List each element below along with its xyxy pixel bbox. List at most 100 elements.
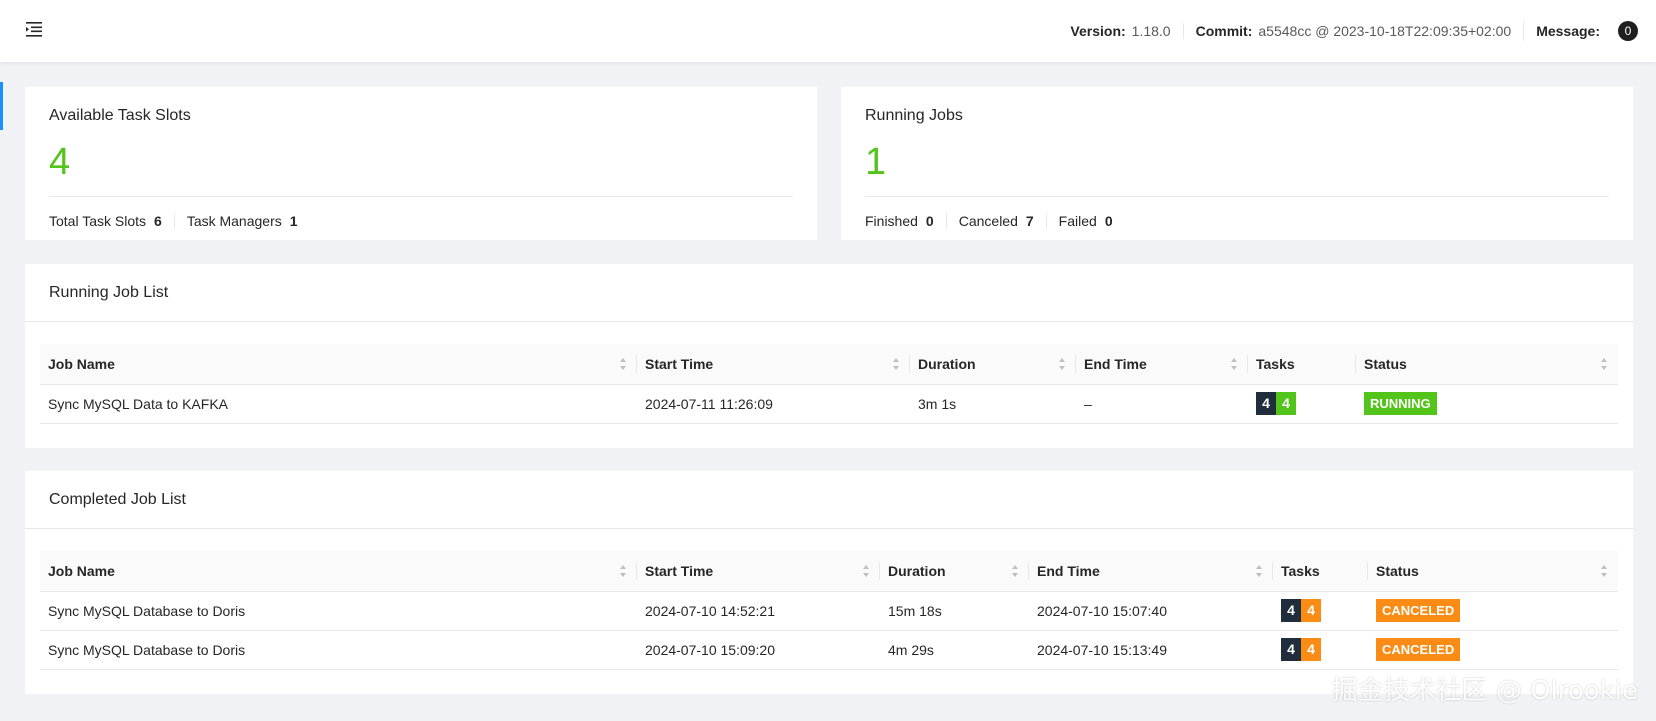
version-info: Version: 1.18.0 [1070, 23, 1170, 39]
column-header-label: Start Time [645, 562, 714, 579]
column-header-tasks: Tasks [1248, 344, 1356, 385]
column-header-label: Start Time [645, 355, 714, 372]
tasks-cell: 44 [1248, 384, 1356, 424]
column-header-duration[interactable]: Duration [880, 551, 1029, 592]
column-header-label: Tasks [1256, 355, 1295, 372]
end-time-cell: – [1076, 384, 1248, 424]
task-slots-card: Available Task Slots 4 Total Task Slots … [25, 87, 817, 240]
start-time-cell: 2024-07-10 15:09:20 [637, 630, 880, 670]
column-header-job-name[interactable]: Job Name [40, 344, 637, 385]
table-row[interactable]: Sync MySQL Database to Doris 2024-07-10 … [40, 591, 1618, 631]
status-cell: RUNNING [1356, 384, 1618, 424]
running-job-table: Job Name Start Time Duration End Time Ta… [40, 344, 1618, 424]
running-job-list-card: Running Job List Job Name Start Time Dur… [25, 264, 1633, 448]
canceled-count: Canceled 7 [945, 213, 1034, 229]
status-badge: CANCELED [1376, 599, 1461, 622]
job-name-cell[interactable]: Sync MySQL Database to Doris [40, 630, 637, 670]
column-header-label: Duration [888, 562, 946, 579]
job-name-cell[interactable]: Sync MySQL Database to Doris [40, 591, 637, 631]
sort-icon[interactable] [1255, 563, 1263, 579]
column-header-label: Job Name [48, 355, 115, 372]
column-header-end-time[interactable]: End Time [1076, 344, 1248, 385]
total-task-slots: Total Task Slots 6 [49, 213, 162, 229]
column-header-status[interactable]: Status [1356, 344, 1618, 385]
tasks-cell: 44 [1273, 630, 1368, 670]
message-count-badge[interactable]: 0 [1618, 21, 1638, 41]
sort-icon[interactable] [619, 563, 627, 579]
commit-value: a5548cc @ 2023-10-18T22:09:35+02:00 [1258, 23, 1512, 39]
running-jobs-title: Running Jobs [865, 107, 963, 124]
canceled-value: 7 [1025, 213, 1034, 229]
running-jobs-card: Running Jobs 1 Finished 0 Canceled 7 Fai… [841, 87, 1633, 240]
column-header-end-time[interactable]: End Time [1029, 551, 1273, 592]
version-label: Version: [1070, 23, 1126, 39]
table-header-row: Job Name Start Time Duration End Time Ta… [40, 551, 1618, 592]
completed-job-list-title: Completed Job List [25, 471, 1633, 529]
column-header-start-time[interactable]: Start Time [637, 551, 880, 592]
finished-count: Finished 0 [865, 213, 934, 229]
task-total-badge: 4 [1281, 599, 1301, 622]
commit-label: Commit: [1195, 23, 1253, 39]
header-info: Version: 1.18.0 Commit: a5548cc @ 2023-1… [1070, 20, 1638, 42]
sort-icon[interactable] [1058, 356, 1066, 372]
completed-job-table: Job Name Start Time Duration End Time Ta… [40, 551, 1618, 670]
message-label: Message: [1536, 23, 1600, 39]
duration-cell: 4m 29s [880, 630, 1029, 670]
column-header-label: End Time [1037, 562, 1100, 579]
task-total-badge: 4 [1281, 638, 1301, 661]
failed-count: Failed 0 [1045, 213, 1113, 229]
failed-value: 0 [1104, 213, 1113, 229]
end-time-cell: 2024-07-10 15:13:49 [1029, 630, 1273, 670]
task-canceled-badge: 4 [1301, 638, 1321, 661]
divider [49, 196, 793, 197]
status-badge: RUNNING [1364, 392, 1437, 415]
column-header-label: End Time [1084, 355, 1147, 372]
running-jobs-value: 1 [865, 141, 887, 183]
menu-fold-icon[interactable] [24, 18, 46, 40]
task-count-badges: 44 [1281, 638, 1321, 661]
version-value: 1.18.0 [1131, 23, 1171, 39]
job-name-cell[interactable]: Sync MySQL Data to KAFKA [40, 384, 637, 424]
running-jobs-footer: Finished 0 Canceled 7 Failed 0 [865, 213, 1113, 229]
task-count-badges: 44 [1281, 599, 1321, 622]
column-header-job-name[interactable]: Job Name [40, 551, 637, 592]
message-info[interactable]: Message: 0 [1523, 21, 1638, 41]
duration-cell: 15m 18s [880, 591, 1029, 631]
commit-info: Commit: a5548cc @ 2023-10-18T22:09:35+02… [1182, 23, 1512, 39]
start-time-cell: 2024-07-10 14:52:21 [637, 591, 880, 631]
status-badge: CANCELED [1376, 638, 1461, 661]
column-header-label: Job Name [48, 562, 115, 579]
top-header: Version: 1.18.0 Commit: a5548cc @ 2023-1… [0, 0, 1656, 62]
sort-icon[interactable] [1011, 563, 1019, 579]
finished-label: Finished [865, 213, 918, 229]
column-header-duration[interactable]: Duration [910, 344, 1076, 385]
sort-icon[interactable] [619, 356, 627, 372]
status-cell: CANCELED [1368, 591, 1618, 631]
task-canceled-badge: 4 [1301, 599, 1321, 622]
task-total-badge: 4 [1256, 392, 1276, 415]
column-header-status[interactable]: Status [1368, 551, 1618, 592]
column-header-tasks: Tasks [1273, 551, 1368, 592]
sort-icon[interactable] [1600, 563, 1608, 579]
table-header-row: Job Name Start Time Duration End Time Ta… [40, 344, 1618, 385]
running-job-list-title: Running Job List [25, 264, 1633, 322]
column-header-label: Status [1364, 355, 1407, 372]
table-row[interactable]: Sync MySQL Data to KAFKA 2024-07-11 11:2… [40, 384, 1618, 424]
sort-icon[interactable] [1600, 356, 1608, 372]
sort-icon[interactable] [862, 563, 870, 579]
task-managers: Task Managers 1 [173, 213, 298, 229]
completed-job-list-card: Completed Job List Job Name Start Time D… [25, 471, 1633, 694]
finished-value: 0 [925, 213, 934, 229]
task-managers-value: 1 [289, 213, 298, 229]
status-cell: CANCELED [1368, 630, 1618, 670]
task-slots-footer: Total Task Slots 6 Task Managers 1 [49, 213, 298, 229]
divider [865, 196, 1609, 197]
sort-icon[interactable] [892, 356, 900, 372]
column-header-label: Tasks [1281, 562, 1320, 579]
task-count-badges: 44 [1256, 392, 1296, 415]
task-slots-title: Available Task Slots [49, 107, 191, 124]
sort-icon[interactable] [1230, 356, 1238, 372]
column-header-start-time[interactable]: Start Time [637, 344, 910, 385]
failed-label: Failed [1058, 213, 1097, 229]
table-row[interactable]: Sync MySQL Database to Doris 2024-07-10 … [40, 630, 1618, 670]
